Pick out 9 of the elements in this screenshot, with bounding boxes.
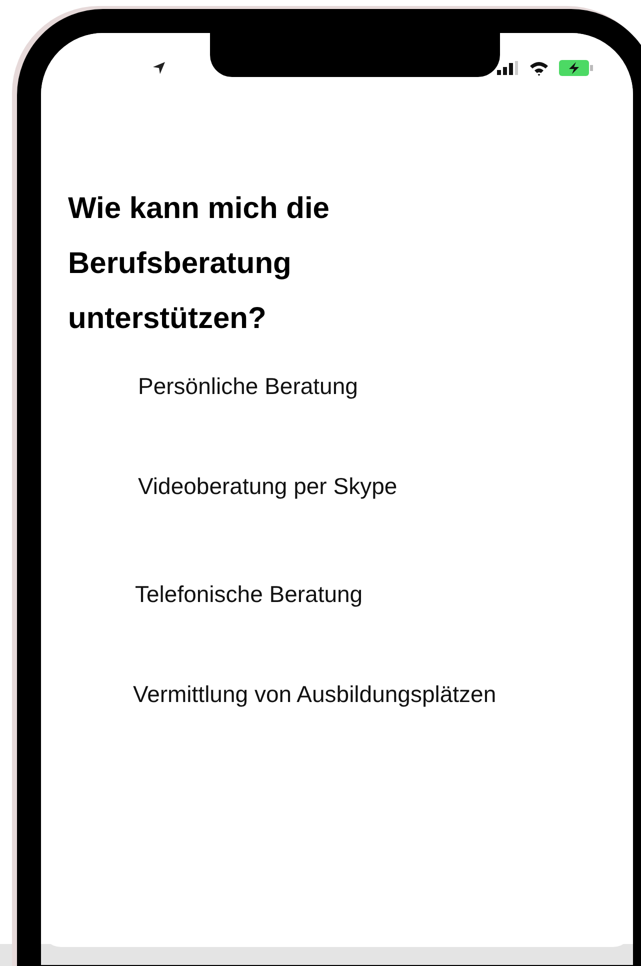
option-text: Videoberatung per Skype bbox=[138, 472, 398, 501]
page-title: Wie kann mich die Berufsberatung unterstützen? bbox=[68, 191, 330, 337]
location-arrow-icon bbox=[152, 61, 166, 75]
wifi-icon bbox=[529, 60, 549, 76]
signal-icon bbox=[497, 61, 519, 75]
option-text: Vermittlung von Ausbildungsplätzen bbox=[133, 680, 496, 709]
option-text: Persönliche Beratung bbox=[138, 372, 358, 401]
option-text: Telefonische Beratung bbox=[135, 580, 363, 609]
battery-charging-icon bbox=[559, 60, 593, 76]
